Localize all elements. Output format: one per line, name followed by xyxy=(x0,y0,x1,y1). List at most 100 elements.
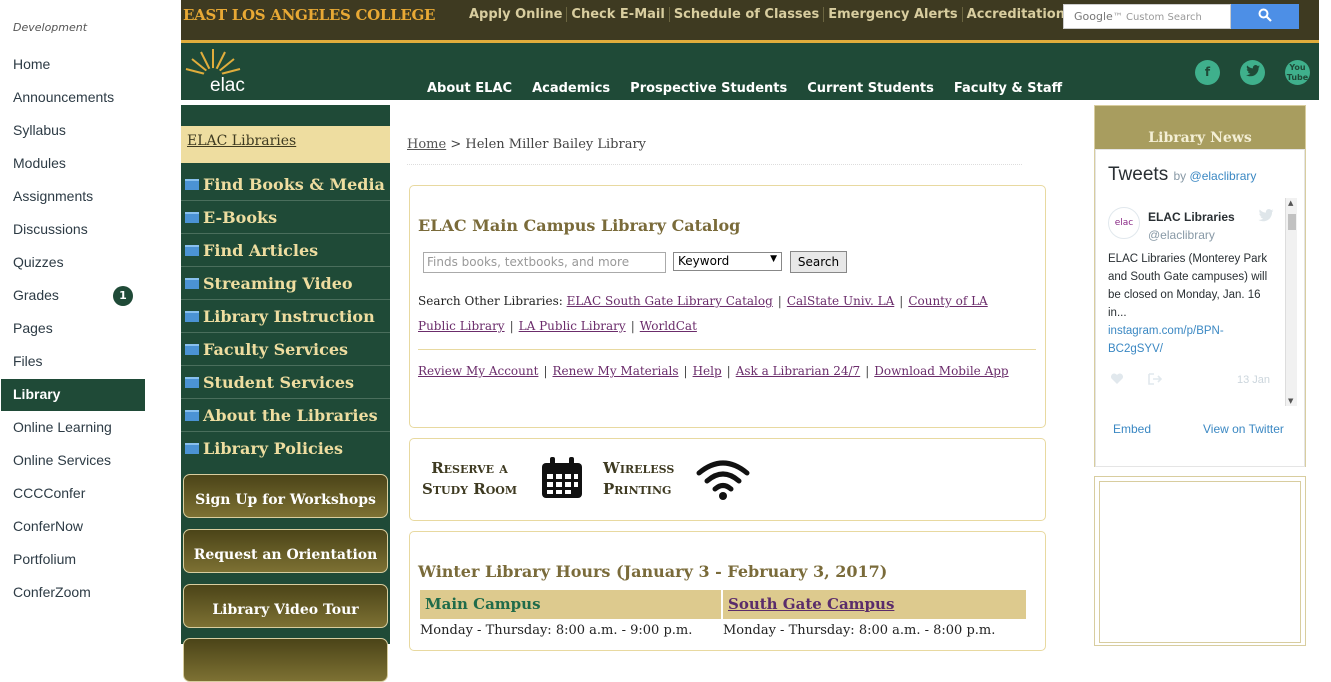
other-libraries-row: Search Other Libraries: ELAC South Gate … xyxy=(418,294,988,333)
elac-libraries-link[interactable]: ELAC Libraries xyxy=(181,126,390,163)
course-nav-home[interactable]: Home xyxy=(13,56,50,72)
sign-up-workshops-button[interactable]: Sign Up for Workshops xyxy=(183,474,388,518)
breadcrumb-divider xyxy=(407,164,1022,165)
nav-about-elac[interactable]: About ELAC xyxy=(427,81,512,96)
share-icon[interactable] xyxy=(1148,373,1162,385)
search-type-select[interactable]: Keyword ▼ xyxy=(673,252,782,271)
site-search-input[interactable]: Google™ Custom Search xyxy=(1063,4,1231,29)
menu-streaming-video[interactable]: Streaming Video xyxy=(181,267,390,300)
folder-icon xyxy=(185,212,199,223)
folder-icon xyxy=(185,311,199,322)
nav-prospective-students[interactable]: Prospective Students xyxy=(630,81,787,96)
calstate-la-link[interactable]: CalState Univ. LA xyxy=(787,294,894,308)
view-on-twitter-link[interactable]: View on Twitter xyxy=(1203,422,1284,436)
schedule-of-classes-link[interactable]: Schedule of Classes xyxy=(670,7,825,22)
reserve-line1: Reserve a xyxy=(431,459,508,477)
twitter-bird-icon xyxy=(1258,209,1274,226)
account-links-row: Review My Account | Renew My Materials | Hel… xyxy=(418,364,1009,378)
avatar[interactable]: elac xyxy=(1108,207,1140,239)
youtube-icon[interactable]: You Tube xyxy=(1285,60,1310,85)
check-email-link[interactable]: Check E-Mail xyxy=(567,7,670,22)
tweet-author-name[interactable]: ELAC Libraries xyxy=(1148,210,1235,224)
renew-materials-link[interactable]: Renew My Materials xyxy=(552,364,678,378)
course-nav-cccconfer[interactable]: CCCConfer xyxy=(13,485,85,501)
menu-library-policies[interactable]: Library Policies xyxy=(181,432,390,465)
tweet-date[interactable]: 13 Jan xyxy=(1237,374,1270,386)
course-nav-announcements[interactable]: Announcements xyxy=(13,89,114,105)
menu-student-services[interactable]: Student Services xyxy=(181,366,390,399)
scroll-up-icon[interactable]: ▲ xyxy=(1288,199,1293,207)
course-nav-files[interactable]: Files xyxy=(13,353,43,369)
download-mobile-app-link[interactable]: Download Mobile App xyxy=(874,364,1008,378)
nav-faculty-staff[interactable]: Faculty & Staff xyxy=(954,81,1062,96)
catalog-search-input[interactable]: Finds books, textbooks, and more xyxy=(423,252,666,273)
south-gate-campus-link[interactable]: South Gate Campus xyxy=(723,590,1026,619)
course-nav-online-services[interactable]: Online Services xyxy=(13,452,111,468)
timeline-scrollbar[interactable]: ▲ ▼ xyxy=(1285,198,1297,406)
course-nav-online-learning[interactable]: Online Learning xyxy=(13,419,112,435)
la-public-library-link[interactable]: LA Public Library xyxy=(519,319,626,333)
library-news-title: Library News xyxy=(1095,106,1305,149)
scrollbar-thumb[interactable] xyxy=(1288,214,1296,230)
embed-link[interactable]: Embed xyxy=(1113,422,1151,436)
help-link[interactable]: Help xyxy=(693,364,722,378)
elac-logo[interactable]: elac xyxy=(183,46,263,98)
apply-online-link[interactable]: Apply Online xyxy=(465,7,568,22)
sidebar-button-partial[interactable] xyxy=(183,638,388,682)
south-gate-catalog-link[interactable]: ELAC South Gate Library Catalog xyxy=(567,294,773,308)
menu-about-the-libraries[interactable]: About the Libraries xyxy=(181,399,390,432)
south-gate-hours: Monday - Thursday: 8:00 a.m. - 8:00 p.m. xyxy=(723,623,996,638)
menu-find-books-media[interactable]: Find Books & Media xyxy=(181,168,390,201)
accreditation-link[interactable]: Accreditation xyxy=(963,7,1069,22)
scroll-down-icon[interactable]: ▼ xyxy=(1288,397,1293,405)
review-account-link[interactable]: Review My Account xyxy=(418,364,538,378)
main-campus-header: Main Campus xyxy=(420,590,721,619)
reserve-study-room-link[interactable]: Reserve a Study Room xyxy=(422,458,517,500)
breadcrumb-home[interactable]: Home xyxy=(407,137,446,152)
twitter-icon[interactable] xyxy=(1240,60,1265,85)
library-video-tour-button[interactable]: Library Video Tour xyxy=(183,584,388,628)
facebook-icon[interactable]: f xyxy=(1195,60,1220,85)
course-nav-pages[interactable]: Pages xyxy=(13,320,53,336)
menu-library-instruction[interactable]: Library Instruction xyxy=(181,300,390,333)
menu-e-books[interactable]: E-Books xyxy=(181,201,390,234)
breadcrumb-separator: > xyxy=(450,137,462,152)
menu-find-articles[interactable]: Find Articles xyxy=(181,234,390,267)
course-nav-confernow[interactable]: ConferNow xyxy=(13,518,83,534)
like-icon[interactable] xyxy=(1110,373,1124,385)
nav-current-students[interactable]: Current Students xyxy=(807,81,934,96)
tweet-author-handle[interactable]: @elaclibrary xyxy=(1148,228,1215,242)
grades-count-badge: 1 xyxy=(113,286,133,306)
hours-title: Winter Library Hours (January 3 - Februa… xyxy=(418,562,888,581)
course-nav-discussions[interactable]: Discussions xyxy=(13,221,88,237)
tweets-header: Tweets by @elaclibrary xyxy=(1108,164,1256,186)
course-nav-library[interactable]: Library xyxy=(1,379,145,411)
wifi-icon xyxy=(696,460,750,500)
library-hours-box: Winter Library Hours (January 3 - Februa… xyxy=(409,531,1046,651)
course-nav-syllabus[interactable]: Syllabus xyxy=(13,122,66,138)
wireless-printing-link[interactable]: Wireless Printing xyxy=(603,458,674,500)
nav-academics[interactable]: Academics xyxy=(532,81,610,96)
course-nav-modules[interactable]: Modules xyxy=(13,155,66,171)
course-nav-conferzoom[interactable]: ConferZoom xyxy=(13,584,91,600)
course-nav-assignments[interactable]: Assignments xyxy=(13,188,93,204)
catalog-search-button[interactable]: Search xyxy=(790,251,847,273)
course-nav-grades[interactable]: Grades xyxy=(13,287,59,303)
search-icon xyxy=(1258,8,1272,22)
ask-librarian-link[interactable]: Ask a Librarian 24/7 xyxy=(736,364,860,378)
search-placeholder: Custom Search xyxy=(1125,12,1202,23)
course-nav-quizzes[interactable]: Quizzes xyxy=(13,254,64,270)
menu-faculty-services[interactable]: Faculty Services xyxy=(181,333,390,366)
request-orientation-button[interactable]: Request an Orientation xyxy=(183,529,388,573)
college-name-link[interactable]: EAST LOS ANGELES COLLEGE xyxy=(183,6,435,24)
breadcrumb: Home > Helen Miller Bailey Library xyxy=(407,137,646,152)
tweets-by: by xyxy=(1173,169,1187,183)
tweets-handle-link[interactable]: @elaclibrary xyxy=(1190,169,1257,183)
worldcat-link[interactable]: WorldCat xyxy=(640,319,697,333)
tweet-link[interactable]: instagram.com/p/BPN-BC2gSYV/ xyxy=(1108,325,1224,355)
catalog-divider xyxy=(418,349,1036,350)
emergency-alerts-link[interactable]: Emergency Alerts xyxy=(824,7,963,22)
site-search-button[interactable] xyxy=(1231,4,1299,29)
course-nav-portfolium[interactable]: Portfolium xyxy=(13,551,76,567)
course-nav-heading: Development xyxy=(13,21,88,34)
